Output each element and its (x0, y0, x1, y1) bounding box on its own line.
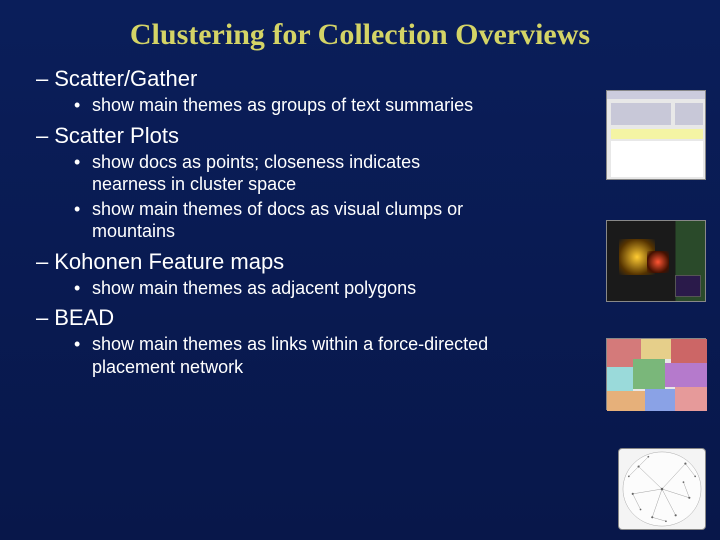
section-heading-bead: –BEAD (36, 305, 696, 331)
bullet-item: show main themes as links within a force… (74, 333, 496, 378)
bullet-list: show docs as points; closeness indicates… (36, 151, 496, 243)
scatter-gather-thumbnail (606, 90, 706, 180)
bullet-list: show main themes as adjacent polygons (36, 277, 496, 300)
bullet-item: show main themes as groups of text summa… (74, 94, 496, 117)
section-heading-text: Scatter Plots (54, 123, 179, 148)
bullet-list: show main themes as groups of text summa… (36, 94, 496, 117)
section-heading-scatter-gather: –Scatter/Gather (36, 66, 696, 92)
bullet-list: show main themes as links within a force… (36, 333, 496, 378)
bead-network-thumbnail (618, 448, 706, 530)
slide-title: Clustering for Collection Overviews (0, 0, 720, 60)
section-heading-kohonen: –Kohonen Feature maps (36, 249, 696, 275)
scatter-plot-thumbnail (606, 220, 706, 302)
bullet-item: show main themes as adjacent polygons (74, 277, 496, 300)
bullet-item: show docs as points; closeness indicates… (74, 151, 496, 196)
section-heading-text: Scatter/Gather (54, 66, 197, 91)
section-heading-scatter-plots: –Scatter Plots (36, 123, 696, 149)
kohonen-map-thumbnail (606, 338, 706, 410)
bullet-item: show main themes of docs as visual clump… (74, 198, 496, 243)
section-heading-text: Kohonen Feature maps (54, 249, 284, 274)
section-heading-text: BEAD (54, 305, 114, 330)
